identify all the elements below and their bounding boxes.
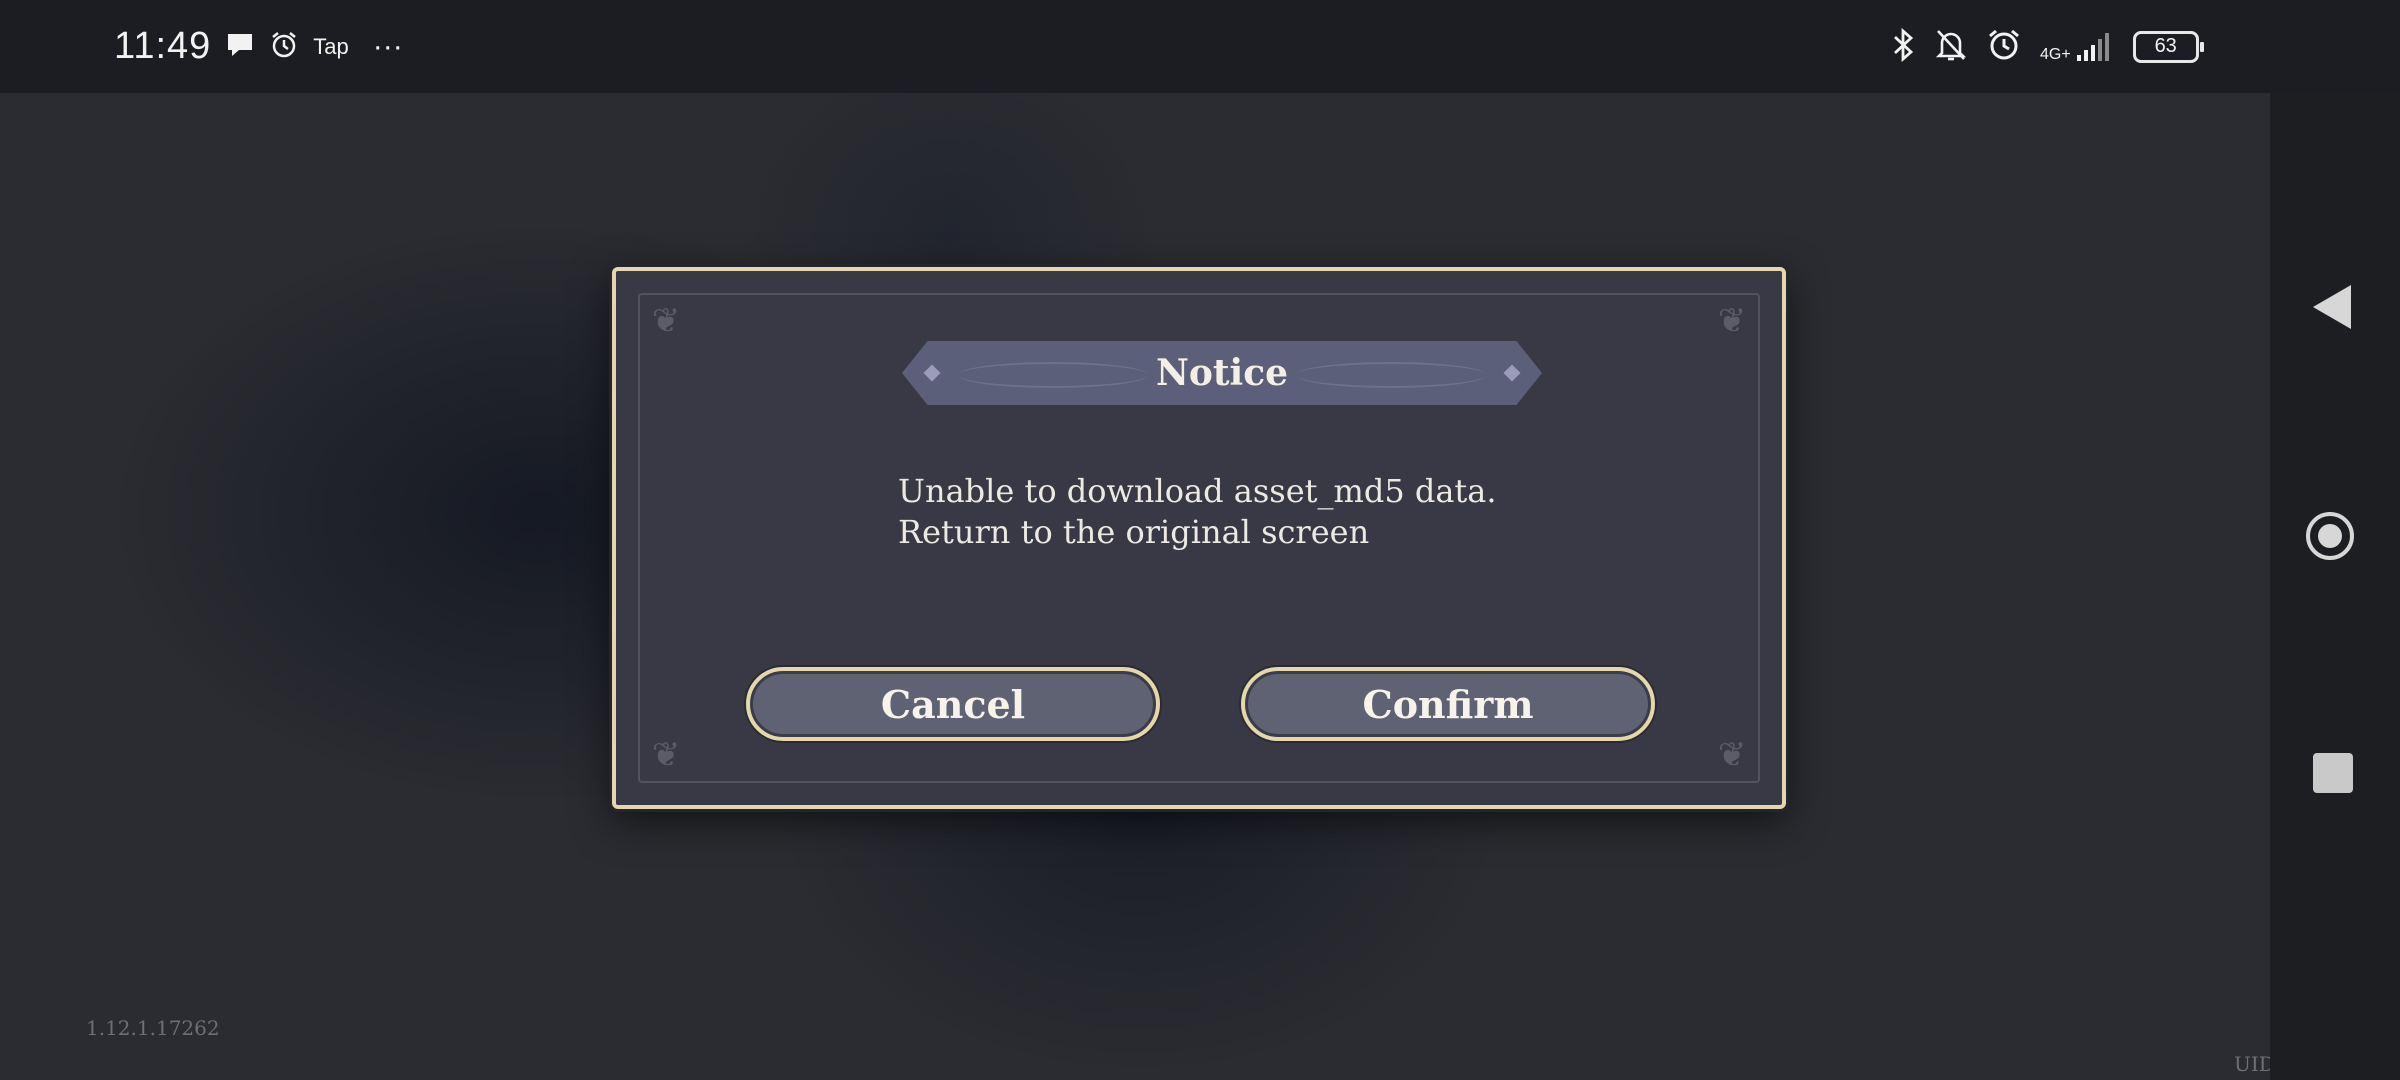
status-time: 11:49 xyxy=(114,25,212,67)
tap-app-label: Tap xyxy=(313,33,349,59)
scroll-ornament-icon xyxy=(1296,362,1486,388)
alarm-icon xyxy=(269,30,299,64)
corner-ornament-icon: ❦ xyxy=(651,735,681,775)
alarm-status-icon xyxy=(1986,27,2022,67)
corner-ornament-icon: ❦ xyxy=(1717,735,1747,775)
dialog-message: Unable to download asset_md5 data. Retur… xyxy=(898,471,1658,553)
signal-icon: 4G+ xyxy=(2040,31,2115,63)
back-triangle-icon[interactable] xyxy=(2313,285,2351,329)
bell-off-icon xyxy=(1934,27,1968,67)
scroll-ornament-icon xyxy=(958,362,1148,388)
message-line: Return to the original screen xyxy=(898,513,1370,551)
recent-square-icon[interactable] xyxy=(2313,753,2353,793)
confirm-button[interactable]: Confirm xyxy=(1241,667,1655,741)
dialog-title-banner: Notice xyxy=(902,341,1542,405)
cancel-button-label: Cancel xyxy=(880,681,1026,727)
dialog-title: Notice xyxy=(1155,352,1289,394)
game-version: 1.12.1.17262 xyxy=(86,1016,220,1040)
message-line: Unable to download asset_md5 data. xyxy=(898,472,1497,510)
battery-level: 63 xyxy=(2154,35,2177,57)
bluetooth-icon xyxy=(1890,27,1916,67)
corner-ornament-icon: ❦ xyxy=(651,301,681,341)
more-notifications-icon: ··· xyxy=(372,29,403,63)
uid-label: UID xyxy=(2234,1052,2275,1076)
network-type-label: 4G+ xyxy=(2040,45,2071,63)
confirm-button-label: Confirm xyxy=(1362,681,1534,727)
navigation-bar xyxy=(2270,93,2400,1080)
notice-dialog: ❦ ❦ ❦ ❦ Notice Unable to download asset_… xyxy=(612,267,1786,809)
corner-ornament-icon: ❦ xyxy=(1717,301,1747,341)
battery-indicator: 63 xyxy=(2132,30,2204,63)
status-bar: 11:49 Tap ··· 4G+ 63 xyxy=(0,0,2400,93)
chat-bubble-icon xyxy=(225,31,255,63)
diamond-ornament-icon xyxy=(1503,364,1521,382)
home-circle-icon[interactable] xyxy=(2306,512,2354,560)
cancel-button[interactable]: Cancel xyxy=(746,667,1160,741)
diamond-ornament-icon xyxy=(923,364,941,382)
